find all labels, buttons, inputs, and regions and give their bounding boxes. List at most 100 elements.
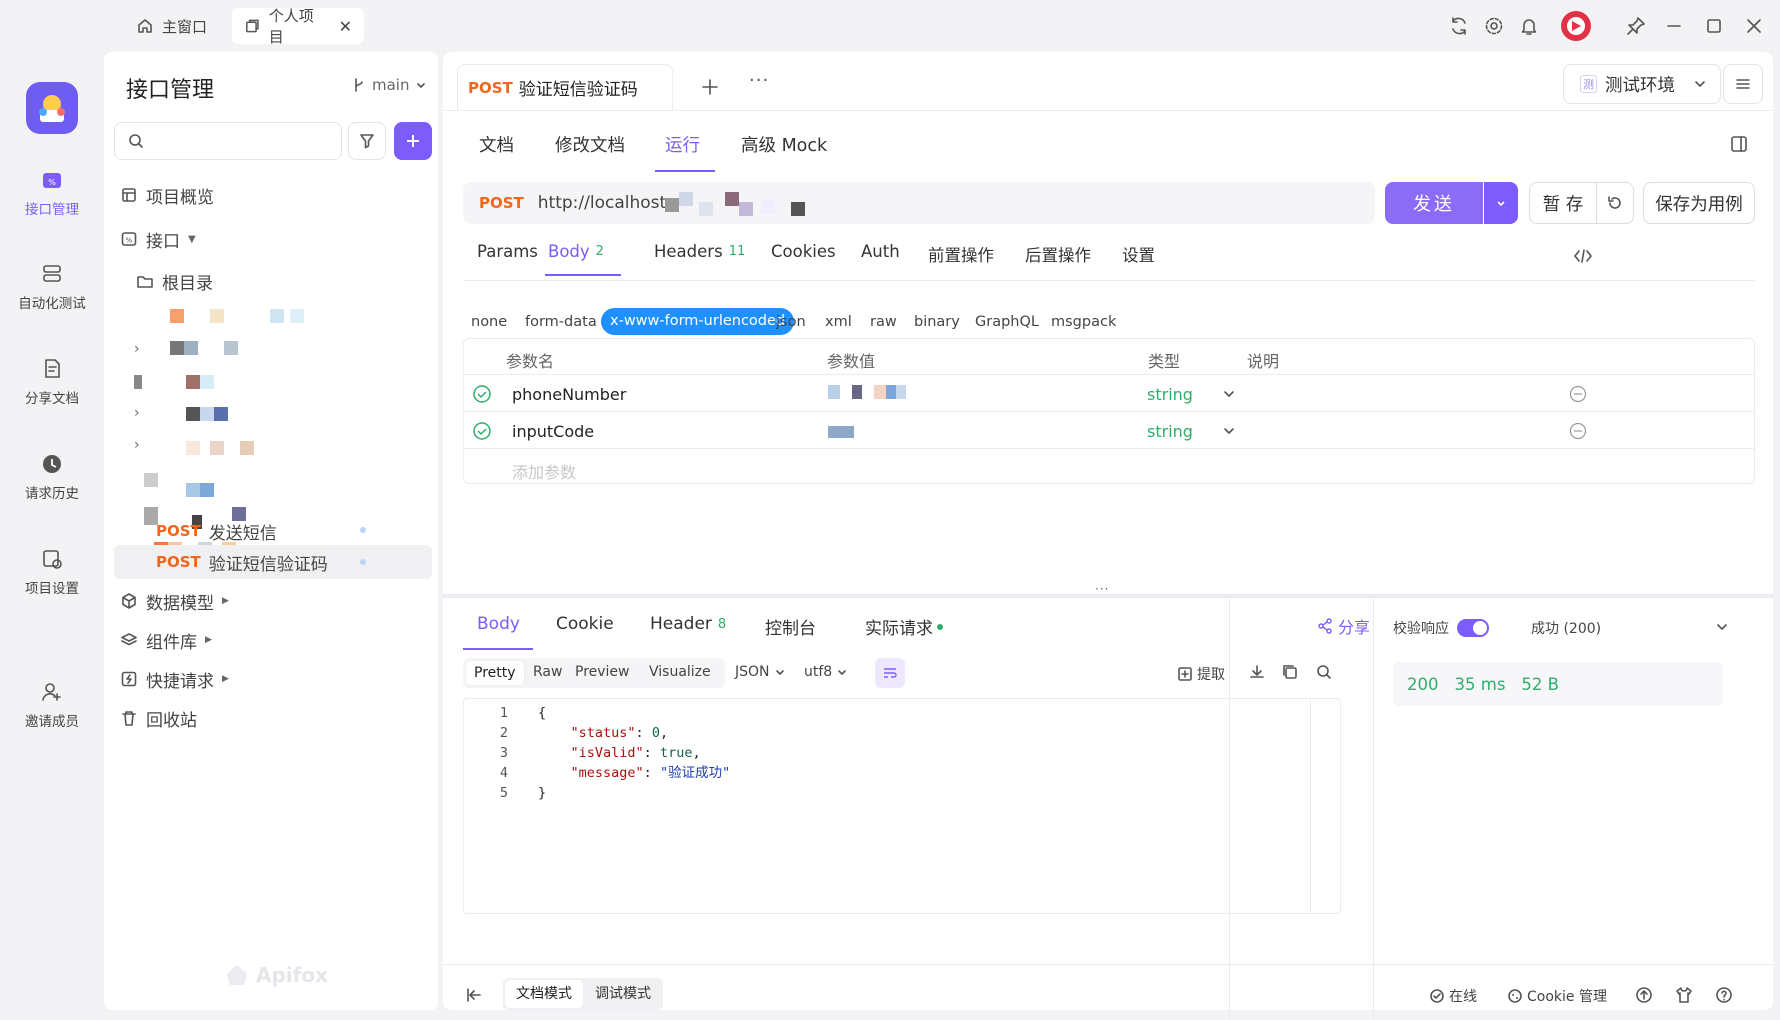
check-circle-icon[interactable]: [472, 421, 492, 441]
refresh-icon[interactable]: [1448, 15, 1470, 37]
param-type[interactable]: string: [1147, 385, 1193, 404]
subtab-settings[interactable]: 设置: [1122, 242, 1155, 266]
add-button[interactable]: [394, 122, 432, 160]
save-temp-button[interactable]: 暂 存: [1529, 182, 1597, 224]
body-type-urlencoded[interactable]: x-www-form-urlencoded: [601, 308, 795, 335]
subtab-post-ops[interactable]: 后置操作: [1025, 242, 1091, 266]
copy-icon[interactable]: [1281, 663, 1299, 681]
shirt-icon[interactable]: [1675, 986, 1693, 1004]
tree-item-data-model[interactable]: 数据模型 ▶: [120, 584, 229, 618]
rail-item-project-settings[interactable]: 项目设置: [0, 547, 104, 597]
online-status[interactable]: 在线: [1429, 986, 1477, 1006]
subtab-auth[interactable]: Auth: [861, 242, 900, 261]
subtab-headers[interactable]: Headers 11: [654, 242, 745, 261]
redacted-param-value[interactable]: [828, 426, 854, 438]
close-tab-icon[interactable]: ✕: [339, 17, 352, 36]
response-tab-console[interactable]: 控制台: [765, 614, 816, 639]
response-tab-header[interactable]: Header 8: [650, 614, 726, 634]
subtab-params[interactable]: Params: [477, 242, 538, 261]
rail-item-history[interactable]: 请求历史: [0, 452, 104, 502]
branch-selector[interactable]: main: [352, 76, 427, 94]
more-tabs-icon[interactable]: ···: [749, 70, 769, 91]
tab-advanced-mock[interactable]: 高级 Mock: [741, 132, 827, 157]
maximize-icon[interactable]: [1703, 15, 1725, 37]
tab-run[interactable]: 运行: [665, 132, 700, 157]
tree-item-components[interactable]: 组件库 ▶: [120, 623, 212, 657]
param-type[interactable]: string: [1147, 422, 1193, 441]
body-type-json[interactable]: json: [776, 314, 806, 330]
code-icon[interactable]: [1573, 248, 1593, 264]
drag-handle-icon[interactable]: ···: [1095, 582, 1109, 596]
tab-edit-doc[interactable]: 修改文档: [555, 132, 625, 157]
param-name[interactable]: inputCode: [512, 422, 594, 441]
body-type-raw[interactable]: raw: [870, 314, 897, 330]
encoding-select[interactable]: utf8: [804, 664, 848, 680]
cookie-manager[interactable]: Cookie 管理: [1507, 986, 1607, 1006]
request-tab[interactable]: POST 验证短信验证码: [457, 64, 673, 110]
save-case-button[interactable]: 保存为用例: [1643, 182, 1755, 224]
body-type-graphql[interactable]: GraphQL: [975, 314, 1039, 330]
rail-item-api[interactable]: % 接口管理: [0, 168, 104, 218]
send-options-button[interactable]: [1484, 182, 1518, 224]
tab-doc[interactable]: 文档: [479, 132, 514, 157]
url-bar[interactable]: POST http://localhost:: [463, 182, 1375, 224]
format-raw[interactable]: Raw: [533, 664, 562, 680]
validate-status[interactable]: 成功 (200): [1531, 618, 1601, 638]
body-type-form-data[interactable]: form-data: [525, 314, 597, 330]
subtab-cookies[interactable]: Cookies: [771, 242, 836, 261]
response-body-viewer[interactable]: 1{ 2 "status": 0, 3 "isValid": true, 4 "…: [463, 698, 1341, 914]
window-tab-main[interactable]: 主窗口: [124, 8, 219, 44]
chevron-down-icon[interactable]: [1222, 387, 1236, 401]
debug-mode-button[interactable]: 调试模式: [585, 980, 661, 1008]
minimize-icon[interactable]: [1663, 15, 1685, 37]
upload-circle-icon[interactable]: [1635, 986, 1653, 1004]
body-type-msgpack[interactable]: msgpack: [1051, 314, 1116, 330]
bell-icon[interactable]: [1518, 15, 1540, 37]
redacted-param-value[interactable]: [828, 385, 918, 399]
help-icon[interactable]: [1715, 986, 1733, 1004]
chevron-down-icon[interactable]: [1222, 424, 1236, 438]
request-item-verify-sms[interactable]: POST 验证短信验证码: [156, 545, 328, 579]
rail-item-share-doc[interactable]: 分享文档: [0, 357, 104, 407]
tree-item-quick-requests[interactable]: 快捷请求 ▶: [120, 662, 229, 696]
body-type-none[interactable]: none: [471, 314, 507, 330]
doc-mode-button[interactable]: 文档模式: [505, 980, 583, 1008]
user-avatar-icon[interactable]: [1560, 10, 1592, 42]
url-input[interactable]: http://localhost:: [538, 193, 672, 213]
remove-circle-icon[interactable]: [1568, 421, 1588, 441]
panel-layout-icon[interactable]: [1729, 134, 1749, 154]
format-preview[interactable]: Preview: [575, 664, 630, 680]
gear-icon[interactable]: [1483, 15, 1505, 37]
format-visualize[interactable]: Visualize: [649, 664, 711, 680]
tree-item-recycle[interactable]: 回收站: [120, 701, 197, 735]
url-method[interactable]: POST: [479, 194, 524, 212]
response-tab-cookie[interactable]: Cookie: [556, 614, 614, 634]
tree-item-overview[interactable]: 项目概览: [120, 178, 214, 212]
response-tab-actual-request[interactable]: 实际请求: [865, 614, 943, 639]
rail-item-automation[interactable]: 自动化测试: [0, 262, 104, 312]
extract-button[interactable]: 提取: [1177, 664, 1225, 684]
send-button[interactable]: 发送: [1385, 182, 1483, 224]
download-icon[interactable]: [1248, 663, 1266, 681]
wrap-toggle[interactable]: [875, 658, 905, 688]
search-box[interactable]: [114, 122, 342, 160]
scrollbar[interactable]: [1310, 699, 1324, 913]
collapse-left-icon[interactable]: [465, 986, 483, 1004]
tree-item-api[interactable]: % 接口 ▼: [120, 222, 196, 256]
param-name[interactable]: phoneNumber: [512, 385, 626, 404]
response-tab-body[interactable]: Body: [477, 614, 520, 634]
validate-toggle[interactable]: [1457, 619, 1489, 637]
menu-button[interactable]: [1723, 64, 1763, 104]
add-param-placeholder[interactable]: 添加参数: [512, 459, 576, 483]
chevron-down-icon[interactable]: [1715, 620, 1729, 634]
filter-button[interactable]: [348, 122, 386, 160]
window-tab-project[interactable]: 个人项目 ✕: [232, 7, 364, 46]
check-circle-icon[interactable]: [472, 384, 492, 404]
subtab-body[interactable]: Body 2: [548, 242, 604, 261]
rail-item-invite[interactable]: 邀请成员: [0, 680, 104, 730]
tree-item-root[interactable]: 根目录: [136, 264, 213, 298]
subtab-pre-ops[interactable]: 前置操作: [928, 242, 994, 266]
lang-select[interactable]: JSON: [735, 664, 786, 680]
share-button[interactable]: 分享: [1316, 614, 1370, 638]
remove-circle-icon[interactable]: [1568, 384, 1588, 404]
